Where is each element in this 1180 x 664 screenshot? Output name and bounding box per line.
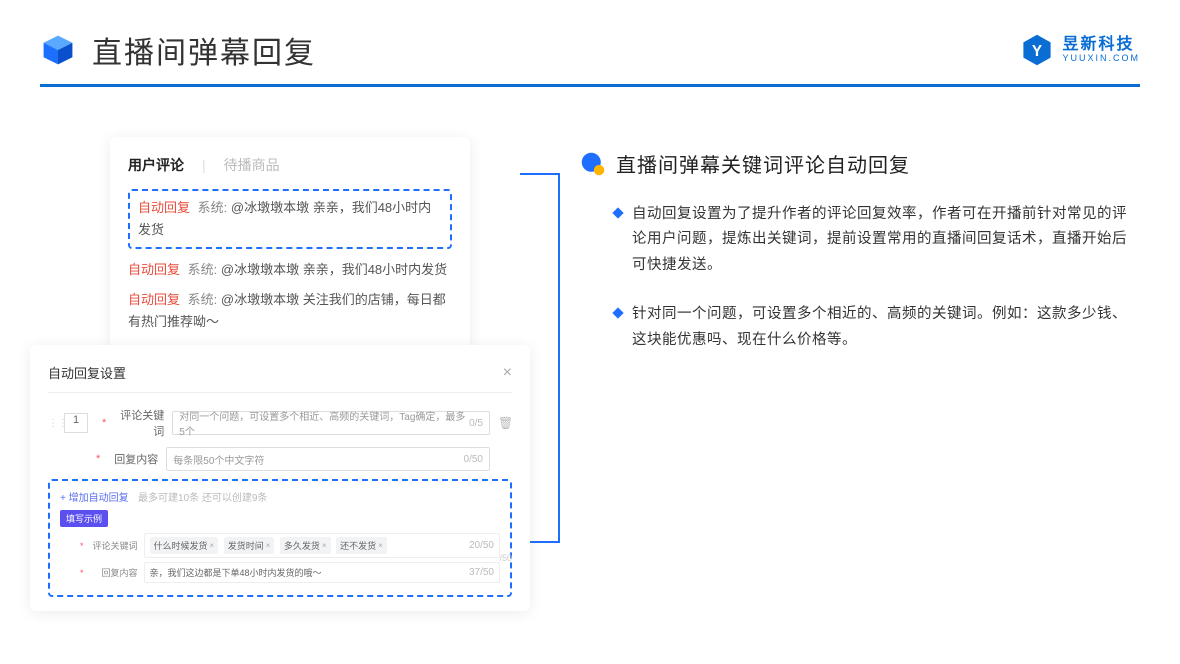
comment-line: 自动回复 系统: @冰墩墩本墩 关注我们的店铺，每日都有热门推荐呦～ xyxy=(128,289,452,333)
auto-reply-tag: 自动回复 xyxy=(128,262,180,277)
auto-reply-tag: 自动回复 xyxy=(138,200,190,215)
bullet-item: 自动回复设置为了提升作者的评论回复效率，作者可在开播前针对常见的评论用户问题，提… xyxy=(580,202,1140,278)
index-input[interactable]: 1 xyxy=(64,413,88,433)
comments-card: 用户评论 | 待播商品 自动回复 系统: @冰墩墩本墩 亲亲，我们48小时内发货… xyxy=(110,137,470,355)
drag-handle-icon[interactable]: ⋮⋮ xyxy=(48,418,56,429)
right-column: 直播间弹幕关键词评论自动回复 自动回复设置为了提升作者的评论回复效率，作者可在开… xyxy=(580,137,1140,611)
keyword-input[interactable]: 对同一个问题，可设置多个相近、高频的关键词，Tag确定，最多5个 0/5 xyxy=(172,411,490,435)
tag-chip[interactable]: 什么时候发货× xyxy=(150,537,219,554)
settings-title: 自动回复设置 xyxy=(48,363,126,382)
svg-text:Y: Y xyxy=(1032,43,1042,60)
example-content-input[interactable]: 亲，我们这边都是下单48小时内发货的哦～ 37/50 xyxy=(144,562,500,583)
keyword-row: ⋮⋮ 1 * 评论关键词 对同一个问题，可设置多个相近、高频的关键词，Tag确定… xyxy=(48,407,512,439)
required-star: * xyxy=(96,453,100,465)
ex-content-label: 回复内容 xyxy=(90,566,138,579)
add-hint: 最多可建10条 还可以创建9条 xyxy=(138,493,267,504)
brand-subtext: YUUXIN.COM xyxy=(1062,54,1140,64)
placeholder-text: 每条限50个中文字符 xyxy=(173,452,264,467)
left-column: 用户评论 | 待播商品 自动回复 系统: @冰墩墩本墩 亲亲，我们48小时内发货… xyxy=(40,137,520,611)
tab-separator: | xyxy=(202,157,206,173)
tag-chip[interactable]: 多久发货× xyxy=(280,537,331,554)
brand-hex-icon: Y xyxy=(1020,33,1054,67)
system-label: 系统: xyxy=(188,292,218,307)
chat-bubble-icon xyxy=(580,151,606,177)
section-title: 直播间弹幕关键词评论自动回复 xyxy=(616,149,910,178)
required-star: * xyxy=(102,417,106,429)
content-row: * 回复内容 每条限50个中文字符 0/50 xyxy=(48,447,512,471)
connector-line xyxy=(558,173,560,543)
highlighted-comment: 自动回复 系统: @冰墩墩本墩 亲亲，我们48小时内发货 xyxy=(128,189,452,249)
comment-line: 自动回复 系统: @冰墩墩本墩 亲亲，我们48小时内发货 xyxy=(128,259,452,281)
ex-content-text: 亲，我们这边都是下单48小时内发货的哦～ xyxy=(150,566,322,579)
tag-chip[interactable]: 还不发货× xyxy=(336,537,387,554)
brand-name: 昱新科技 xyxy=(1062,36,1140,54)
diamond-bullet-icon xyxy=(612,307,623,318)
placeholder-text: 对同一个问题，可设置多个相近、高频的关键词，Tag确定，最多5个 xyxy=(179,408,469,438)
content-input[interactable]: 每条限50个中文字符 0/50 xyxy=(166,447,490,471)
example-keyword-row: * 评论关键词 什么时候发货× 发货时间× 多久发货× 还不发货× 20/50 xyxy=(60,533,500,558)
cube-icon xyxy=(40,32,76,68)
ex-keyword-label: 评论关键词 xyxy=(90,539,138,552)
tab-user-comments[interactable]: 用户评论 xyxy=(128,155,184,175)
page-title: 直播间弹幕回复 xyxy=(92,28,316,72)
outer-counter: /50 xyxy=(499,553,512,563)
system-label: 系统: xyxy=(198,200,228,215)
content-counter: 0/50 xyxy=(464,454,483,465)
close-icon[interactable]: × xyxy=(503,364,512,382)
brand-logo: Y 昱新科技 YUUXIN.COM xyxy=(1020,33,1140,67)
example-section: + 增加自动回复 最多可建10条 还可以创建9条 填写示例 * 评论关键词 什么… xyxy=(48,479,512,597)
tab-pending-products[interactable]: 待播商品 xyxy=(224,155,280,175)
bullet-item: 针对同一个问题，可设置多个相近的、高频的关键词。例如：这款多少钱、这块能优惠吗、… xyxy=(580,302,1140,353)
settings-card: 自动回复设置 × ⋮⋮ 1 * 评论关键词 对同一个问题，可设置多个相近、高频的… xyxy=(30,345,530,611)
diamond-bullet-icon xyxy=(612,207,623,218)
ex-content-counter: 37/50 xyxy=(469,567,494,578)
bullet-text: 针对同一个问题，可设置多个相近的、高频的关键词。例如：这款多少钱、这块能优惠吗、… xyxy=(632,302,1140,353)
trash-icon[interactable]: 🗑 xyxy=(498,416,512,430)
system-label: 系统: xyxy=(188,262,218,277)
example-keyword-input[interactable]: 什么时候发货× 发货时间× 多久发货× 还不发货× 20/50 xyxy=(144,533,500,558)
comment-text: @冰墩墩本墩 亲亲，我们48小时内发货 xyxy=(221,262,447,277)
add-auto-reply-link[interactable]: + 增加自动回复 xyxy=(60,489,129,504)
example-badge: 填写示例 xyxy=(60,510,108,527)
connector-line xyxy=(520,173,560,175)
ex-keyword-counter: 20/50 xyxy=(469,540,494,551)
tag-chip[interactable]: 发货时间× xyxy=(224,537,275,554)
page-header: 直播间弹幕回复 Y 昱新科技 YUUXIN.COM xyxy=(0,0,1180,84)
example-content-row: * 回复内容 亲，我们这边都是下单48小时内发货的哦～ 37/50 xyxy=(60,562,500,583)
auto-reply-tag: 自动回复 xyxy=(128,292,180,307)
bullet-text: 自动回复设置为了提升作者的评论回复效率，作者可在开播前针对常见的评论用户问题，提… xyxy=(632,202,1140,278)
header-left: 直播间弹幕回复 xyxy=(40,28,316,72)
section-header: 直播间弹幕关键词评论自动回复 xyxy=(580,149,1140,178)
keyword-label: 评论关键词 xyxy=(114,407,164,439)
keyword-counter: 0/5 xyxy=(469,418,483,429)
content-label: 回复内容 xyxy=(108,451,158,467)
